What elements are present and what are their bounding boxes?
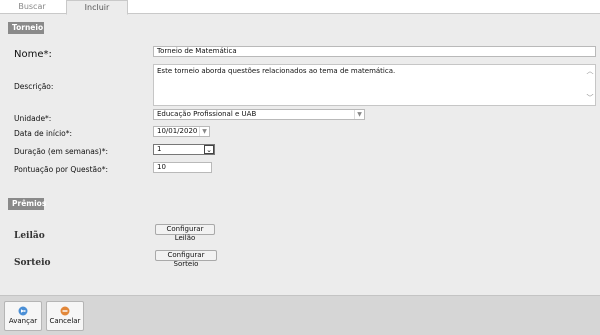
descricao-text: Este torneio aborda questões relacionado…: [157, 67, 396, 75]
nome-label: Nome*:: [14, 49, 52, 60]
duracao-select[interactable]: 1 ⌄: [153, 144, 215, 155]
cancelar-label: Cancelar: [49, 317, 81, 325]
sorteio-label: Sorteio: [14, 258, 51, 268]
descricao-scrollbar[interactable]: ︿ ﹀: [585, 65, 595, 105]
data-inicio-field[interactable]: 10/01/2020 ▼: [153, 126, 210, 137]
footer-toolbar: Avançar Cancelar: [0, 295, 600, 335]
chevron-up-icon[interactable]: ︿: [585, 67, 595, 76]
section-header-premios: Prêmios: [8, 198, 46, 210]
duracao-selected-value: 1: [157, 145, 162, 153]
avancar-button[interactable]: Avançar: [4, 301, 42, 331]
unidade-selected-value: Educação Profissional e UAB: [157, 110, 257, 118]
tab-bar: Buscar Incluir: [0, 0, 600, 15]
chevron-down-icon[interactable]: ﹀: [585, 94, 595, 103]
tab-buscar[interactable]: Buscar: [0, 0, 64, 14]
duracao-label: Duração (em semanas)*:: [14, 147, 109, 156]
avancar-label: Avançar: [8, 317, 38, 325]
descricao-label: Descrição:: [14, 82, 54, 91]
configurar-sorteio-button[interactable]: Configurar Sorteio: [155, 250, 217, 268]
configurar-leilao-button[interactable]: Configurar Leilão: [155, 224, 215, 242]
cancel-icon: [60, 306, 70, 316]
unidade-select[interactable]: Educação Profissional e UAB ▼: [153, 109, 365, 120]
pontuacao-field[interactable]: 10: [153, 162, 212, 173]
nome-field[interactable]: Torneio de Matemática: [153, 46, 596, 57]
cancelar-button[interactable]: Cancelar: [46, 301, 84, 331]
section-header-torneio: Torneio: [8, 22, 44, 34]
chevron-down-icon: ⌄: [204, 145, 214, 154]
pontuacao-label: Pontuação por Questão*:: [14, 165, 108, 174]
tab-incluir[interactable]: Incluir: [66, 0, 128, 15]
chevron-down-icon[interactable]: ▼: [199, 127, 209, 136]
data-inicio-value: 10/01/2020: [157, 127, 198, 135]
leilao-label: Leilão: [14, 231, 45, 241]
descricao-field[interactable]: Este torneio aborda questões relacionado…: [153, 64, 596, 106]
data-inicio-label: Data de início*:: [14, 129, 73, 138]
arrow-right-icon: [18, 306, 28, 316]
unidade-label: Unidade*:: [14, 114, 52, 123]
chevron-down-icon: ▼: [354, 110, 364, 119]
